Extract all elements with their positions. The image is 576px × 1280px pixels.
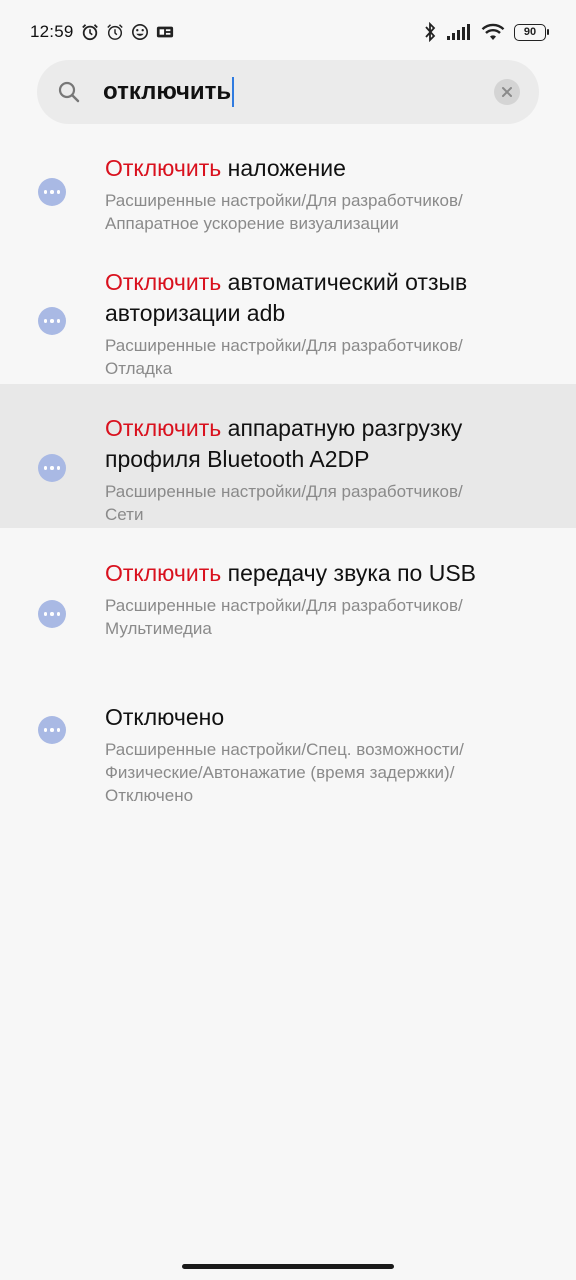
result-path: Расширенные настройки/Для разработчиков/… (105, 482, 463, 524)
emoji-icon (131, 23, 148, 41)
search-input[interactable]: отключить (103, 76, 235, 108)
battery-level: 90 (523, 26, 537, 38)
bluetooth-icon (425, 22, 436, 42)
home-indicator[interactable] (182, 1264, 394, 1269)
alarm-icon (81, 24, 98, 41)
more-dots-icon (38, 600, 66, 628)
wifi-icon (481, 23, 505, 40)
result-path: Расширенные настройки/Для разработчиков/… (105, 596, 463, 638)
result-item[interactable]: Отключить аппаратную разгрузку профиля B… (0, 384, 576, 528)
result-path: Расширенные настройки/Спец. возможности/… (105, 740, 464, 805)
status-bar: 12:59 90 (0, 0, 576, 64)
result-item[interactable]: Отключить передачу звука по USB Расширен… (0, 528, 576, 673)
clear-search-button[interactable] (494, 79, 520, 105)
result-path: Расширенные настройки/Для разработчиков/… (105, 336, 463, 378)
result-item[interactable]: Отключить наложение Расширенные настройк… (0, 125, 576, 238)
result-item[interactable]: Отключено Расширенные настройки/Спец. во… (0, 673, 576, 813)
battery-indicator: 90 (514, 23, 549, 41)
result-title: Отключено (105, 704, 225, 730)
settings-search-screen: 12:59 90 отключить Отключить наложение Р… (0, 0, 576, 1280)
ge-app-icon (156, 26, 173, 38)
search-results-list: Отключить наложение Расширенные настройк… (0, 125, 576, 813)
search-query: отключить (103, 78, 232, 105)
alarm-clock-icon (106, 24, 123, 40)
result-title: Отключить передачу звука по USB (105, 560, 476, 586)
search-icon (58, 81, 80, 103)
status-time: 12:59 (30, 22, 74, 41)
result-title: Отключить аппаратную разгрузку профиля B… (105, 415, 463, 472)
search-bar[interactable]: отключить (37, 60, 539, 124)
more-dots-icon (38, 454, 66, 482)
signal-icon (447, 24, 470, 40)
close-icon (502, 87, 512, 97)
result-title: Отключить наложение (105, 155, 346, 181)
more-dots-icon (38, 178, 66, 206)
text-cursor (232, 77, 235, 107)
result-title: Отключить автоматический отзыв авторизац… (105, 269, 468, 326)
more-dots-icon (38, 716, 66, 744)
result-path: Расширенные настройки/Для разработчиков/… (105, 191, 463, 233)
more-dots-icon (38, 307, 66, 335)
result-item[interactable]: Отключить автоматический отзыв авторизац… (0, 238, 576, 384)
